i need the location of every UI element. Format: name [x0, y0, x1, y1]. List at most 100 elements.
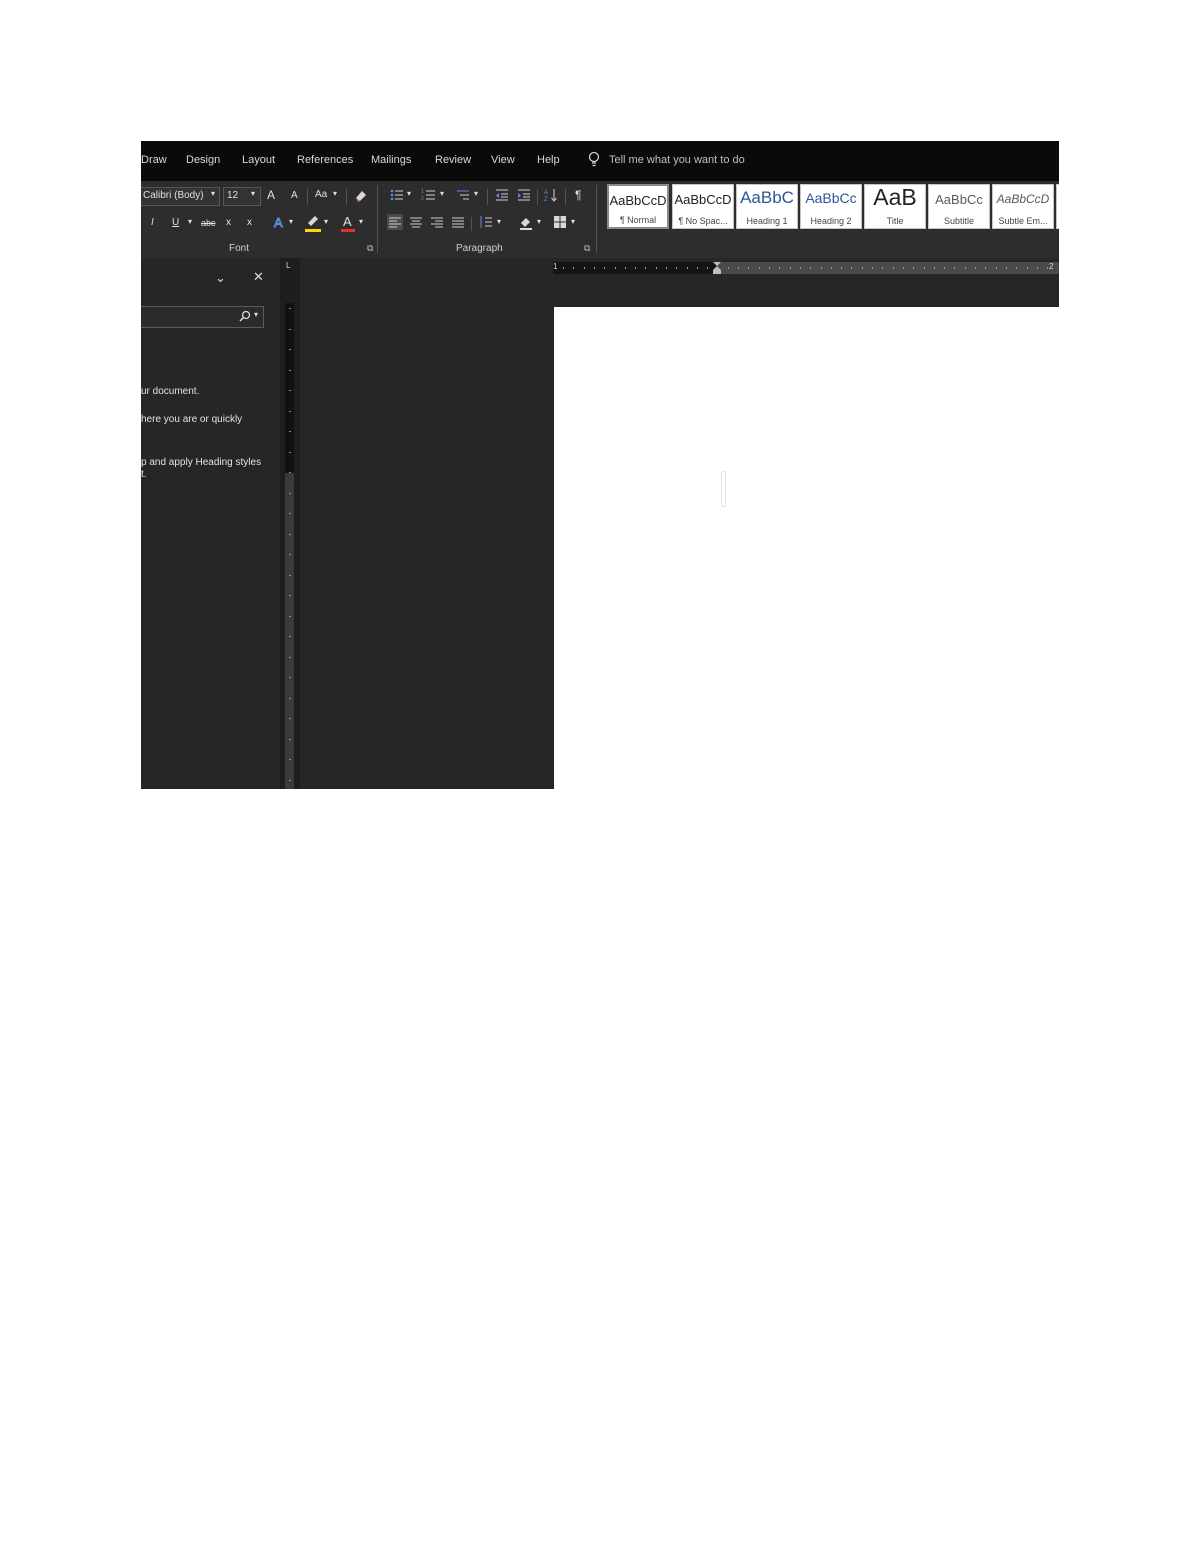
document-page[interactable]: [554, 307, 1059, 789]
subscript-button[interactable]: x: [226, 217, 231, 228]
align-right-icon[interactable]: [429, 214, 445, 230]
divider: [487, 189, 488, 205]
lightbulb-icon[interactable]: [587, 151, 601, 169]
chevron-down-icon: ▾: [440, 189, 445, 198]
font-color-button[interactable]: A: [343, 214, 352, 229]
grow-font-button[interactable]: A: [267, 188, 275, 202]
style-heading-1[interactable]: AaBbC Heading 1: [736, 184, 798, 229]
svg-text:2: 2: [421, 196, 424, 202]
ruler-tick: [913, 267, 915, 269]
style-no-spacing[interactable]: AaBbCcD ¶ No Spac...: [672, 184, 734, 229]
ruler-mark: 1: [553, 262, 558, 271]
tab-mailings[interactable]: Mailings: [371, 154, 411, 166]
chevron-down-icon[interactable]: ⌄: [215, 270, 226, 286]
nav-help-text: p and apply Heading styles: [141, 457, 262, 468]
group-divider: [377, 185, 378, 253]
tab-design[interactable]: Design: [186, 154, 220, 166]
horizontal-ruler: 1 2: [553, 262, 1059, 274]
sort-icon[interactable]: A Z: [543, 187, 559, 203]
style-subtle-emphasis[interactable]: AaBbCcD Subtle Em...: [992, 184, 1054, 229]
chevron-down-icon: ▾: [359, 217, 364, 226]
ruler-tick: [872, 267, 873, 269]
style-heading-2[interactable]: AaBbCc Heading 2: [800, 184, 862, 229]
tab-view[interactable]: View: [491, 154, 515, 166]
decrease-indent-icon[interactable]: [494, 187, 510, 203]
tell-me-search[interactable]: Tell me what you want to do: [609, 154, 745, 166]
tab-draw[interactable]: Draw: [141, 154, 167, 166]
style-preview: AaBbC: [740, 188, 794, 207]
chevron-down-icon: ▾: [211, 189, 216, 198]
style-subtitle[interactable]: AaBbCc Subtitle: [928, 184, 990, 229]
highlighter-icon[interactable]: [305, 214, 321, 228]
ruler-tick: [289, 595, 291, 596]
tab-help[interactable]: Help: [537, 154, 560, 166]
style-name: Heading 2: [810, 216, 852, 226]
underline-button[interactable]: U: [172, 217, 179, 228]
close-icon[interactable]: ✕: [253, 269, 264, 285]
clear-formatting-icon[interactable]: [353, 188, 369, 204]
chevron-down-icon: ▾: [324, 217, 329, 226]
align-center-icon[interactable]: [408, 214, 424, 230]
change-case-button[interactable]: Aa: [315, 189, 327, 200]
font-name-dropdown[interactable]: Calibri (Body) ▾: [141, 187, 220, 206]
ruler-tick: [923, 267, 925, 269]
ruler-tick: [810, 267, 812, 269]
chevron-down-icon: ▾: [537, 217, 542, 226]
ruler-tick: [841, 267, 843, 269]
tab-layout[interactable]: Layout: [242, 154, 275, 166]
multilevel-list-icon[interactable]: [455, 187, 471, 203]
numbering-icon[interactable]: 1 2: [421, 187, 437, 203]
ruler-tick: [289, 636, 291, 637]
svg-text:A: A: [274, 215, 283, 230]
search-input[interactable]: ▾: [141, 306, 264, 328]
ruler-tick: [614, 267, 616, 269]
ruler-tick: [902, 267, 904, 269]
justify-icon[interactable]: [450, 214, 466, 230]
chevron-down-icon: ▾: [474, 189, 479, 198]
strikethrough-button[interactable]: abc: [201, 218, 216, 228]
ruler-tick: [676, 267, 678, 269]
style-name: Subtitle: [943, 216, 975, 226]
borders-icon[interactable]: [552, 214, 568, 230]
italic-button[interactable]: I: [151, 217, 154, 228]
ruler-tick: [289, 779, 291, 781]
paragraph-dialog-launcher-icon[interactable]: ⧉: [584, 243, 590, 254]
font-size-dropdown[interactable]: 12 ▾: [223, 187, 261, 206]
text-effects-icon[interactable]: A: [272, 214, 288, 231]
style-title[interactable]: AaB Title: [864, 184, 926, 229]
superscript-button[interactable]: x: [247, 217, 252, 228]
shading-icon[interactable]: [518, 214, 534, 230]
tab-references[interactable]: References: [297, 154, 353, 166]
ruler-tick: [985, 267, 987, 269]
increase-indent-icon[interactable]: [516, 187, 532, 203]
chevron-down-icon: ▾: [571, 217, 576, 226]
ruler-tick: [1047, 267, 1049, 269]
ruler-tick: [882, 267, 884, 269]
nav-help-text: t.: [141, 469, 147, 480]
search-icon[interactable]: [239, 310, 251, 322]
style-normal[interactable]: AaBbCcD ¶ Normal: [607, 184, 669, 229]
vertical-ruler: L: [280, 258, 300, 789]
ruler-tick: [624, 267, 626, 269]
style-next-partial[interactable]: [1056, 184, 1059, 229]
ruler-tick: [975, 267, 976, 269]
highlight-color-bar: [305, 229, 321, 232]
ruler-tick: [666, 267, 667, 269]
chevron-down-icon[interactable]: ▾: [254, 310, 258, 319]
tab-selector[interactable]: L: [286, 261, 290, 270]
ruler-tick: [758, 267, 760, 269]
align-left-icon[interactable]: [387, 214, 403, 230]
style-preview: AaBbCcD: [996, 192, 1050, 206]
font-dialog-launcher-icon[interactable]: ⧉: [367, 243, 373, 254]
ruler-tick: [563, 267, 564, 269]
show-marks-button[interactable]: ¶: [575, 188, 581, 202]
line-spacing-icon[interactable]: [478, 214, 494, 230]
style-name: ¶ No Spac...: [678, 216, 728, 226]
svg-text:A: A: [544, 190, 548, 196]
tab-review[interactable]: Review: [435, 154, 471, 166]
ruler-tick: [892, 267, 894, 269]
shrink-font-button[interactable]: A: [291, 190, 298, 201]
bullets-icon[interactable]: [389, 187, 405, 203]
divider: [565, 189, 566, 205]
style-name: Title: [886, 216, 904, 226]
